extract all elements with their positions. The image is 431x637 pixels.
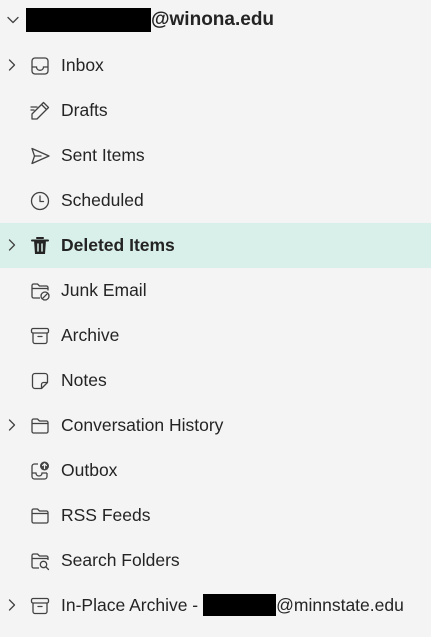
folder-deleted-items[interactable]: Deleted Items (0, 223, 431, 268)
folder-label: Archive (61, 325, 120, 345)
folder-label: Junk Email (61, 280, 147, 300)
folder-archive[interactable]: Archive (0, 313, 431, 358)
archive-icon (28, 594, 52, 618)
chevron-right-icon[interactable] (5, 598, 19, 612)
folder-outbox[interactable]: Outbox (0, 448, 431, 493)
folder-in-place-archive[interactable]: In-Place Archive - @minnstate.edu (0, 583, 431, 628)
folder-label: Drafts (61, 100, 108, 120)
folder-icon (28, 504, 52, 528)
chevron-right-icon[interactable] (5, 418, 19, 432)
redacted-account-name (203, 594, 277, 616)
note-icon (28, 369, 52, 393)
clock-icon (28, 189, 52, 213)
folder-drafts[interactable]: Drafts (0, 88, 431, 133)
chevron-down-icon[interactable] (6, 13, 20, 27)
folder-junk-email[interactable]: Junk Email (0, 268, 431, 313)
chevron-right-icon[interactable] (5, 58, 19, 72)
chevron-right-icon[interactable] (5, 238, 19, 252)
folder-notes[interactable]: Notes (0, 358, 431, 403)
folder-scheduled[interactable]: Scheduled (0, 178, 431, 223)
folder-label: In-Place Archive - @minnstate.edu (61, 594, 404, 617)
search-folder-icon (28, 549, 52, 573)
folder-label: Search Folders (61, 550, 180, 570)
inbox-icon (28, 54, 52, 78)
folder-inbox[interactable]: Inbox (0, 43, 431, 88)
send-icon (28, 144, 52, 168)
folder-label-prefix: In-Place Archive - (61, 595, 199, 615)
folder-pane: @winona.edu Inbox Drafts Sent Items Sche… (0, 0, 431, 637)
folder-label: Scheduled (61, 190, 144, 210)
folder-search-folders[interactable]: Search Folders (0, 538, 431, 583)
pencil-icon (28, 99, 52, 123)
folder-label: Sent Items (61, 145, 145, 165)
trash-icon (28, 234, 52, 258)
folder-label-suffix: @minnstate.edu (276, 595, 404, 615)
folder-label: Conversation History (61, 415, 224, 435)
redacted-account-name (26, 8, 151, 32)
folder-rss-feeds[interactable]: RSS Feeds (0, 493, 431, 538)
folder-icon (28, 414, 52, 438)
account-header[interactable]: @winona.edu (0, 0, 431, 40)
folder-sent-items[interactable]: Sent Items (0, 133, 431, 178)
folder-label: Inbox (61, 55, 104, 75)
outbox-icon (28, 459, 52, 483)
folder-label: RSS Feeds (61, 505, 151, 525)
folder-label: Notes (61, 370, 107, 390)
junk-folder-icon (28, 279, 52, 303)
folder-label: Deleted Items (61, 235, 175, 255)
archive-icon (28, 324, 52, 348)
account-domain-label: @winona.edu (151, 9, 275, 30)
folder-label: Outbox (61, 460, 118, 480)
folder-conversation-history[interactable]: Conversation History (0, 403, 431, 448)
